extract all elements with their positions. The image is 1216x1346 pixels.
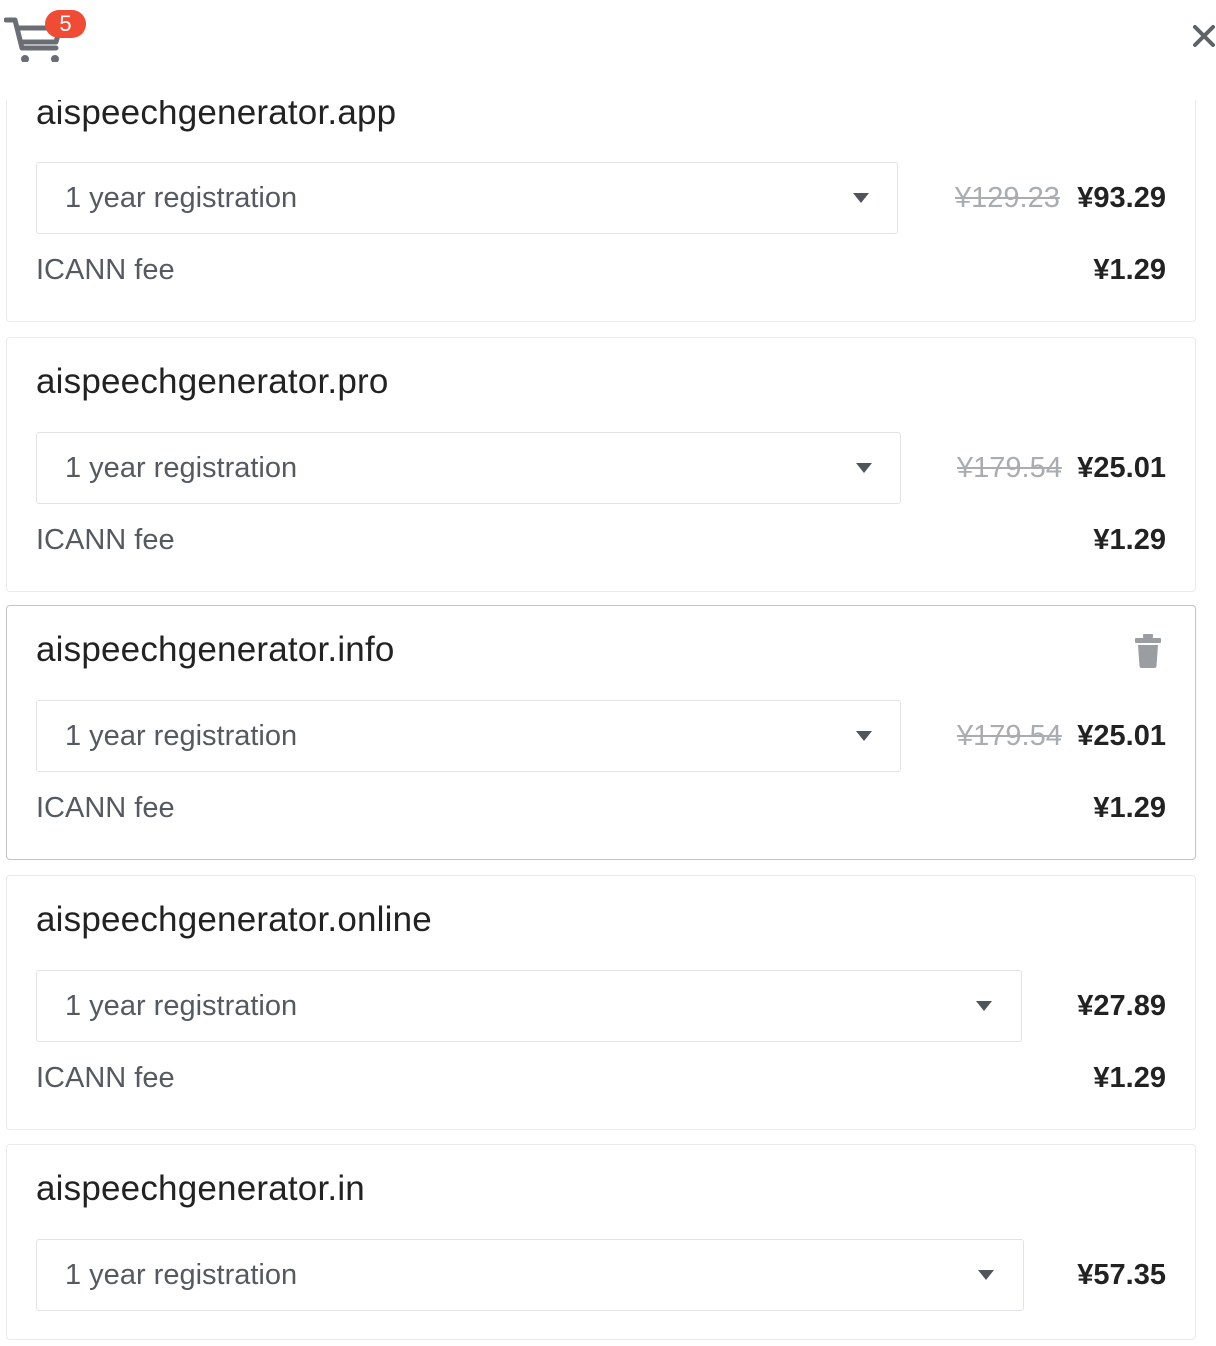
icann-fee-price: ¥1.29: [1093, 254, 1166, 286]
cart-button[interactable]: 5: [4, 8, 86, 64]
icann-fee-label: ICANN fee: [36, 254, 175, 286]
cart-item-list[interactable]: aispeechgenerator.app 1 year registratio…: [0, 0, 1216, 1346]
cart-count-badge: 5: [45, 10, 86, 38]
original-price: ¥179.54: [957, 720, 1062, 752]
original-price: ¥129.23: [955, 182, 1060, 214]
domain-name: aispeechgenerator.info: [36, 630, 395, 669]
term-select[interactable]: 1 year registration: [36, 700, 901, 772]
cart-item: aispeechgenerator.online 1 year registra…: [6, 875, 1196, 1130]
cart-header: 5: [0, 0, 1216, 100]
term-select-value: 1 year registration: [65, 720, 298, 752]
domain-name: aispeechgenerator.pro: [36, 362, 389, 401]
domain-name: aispeechgenerator.in: [36, 1169, 365, 1208]
cart-item: aispeechgenerator.info 1 year registrati…: [6, 605, 1196, 860]
chevron-down-icon: [976, 1001, 992, 1011]
sale-price: ¥25.01: [1077, 452, 1166, 484]
icann-fee-label: ICANN fee: [36, 1062, 175, 1094]
term-select-value: 1 year registration: [65, 990, 298, 1022]
term-select[interactable]: 1 year registration: [36, 970, 1022, 1042]
icann-fee-price: ¥1.29: [1093, 524, 1166, 556]
term-select-value: 1 year registration: [65, 1259, 298, 1291]
cart-item: aispeechgenerator.in 1 year registration…: [6, 1144, 1196, 1340]
chevron-down-icon: [853, 193, 869, 203]
icann-fee-label: ICANN fee: [36, 792, 175, 824]
term-select-value: 1 year registration: [65, 182, 298, 214]
chevron-down-icon: [856, 731, 872, 741]
sale-price: ¥25.01: [1077, 720, 1166, 752]
close-icon: [1193, 25, 1215, 47]
original-price: ¥179.54: [957, 452, 1062, 484]
term-select[interactable]: 1 year registration: [36, 432, 901, 504]
trash-icon[interactable]: [1135, 634, 1161, 668]
icann-fee-label: ICANN fee: [36, 524, 175, 556]
chevron-down-icon: [978, 1270, 994, 1280]
icann-fee-price: ¥1.29: [1093, 792, 1166, 824]
cart-item: aispeechgenerator.pro 1 year registratio…: [6, 337, 1196, 592]
close-button[interactable]: [1186, 18, 1216, 54]
sale-price: ¥57.35: [1077, 1259, 1166, 1291]
sale-price: ¥27.89: [1077, 990, 1166, 1022]
icann-fee-price: ¥1.29: [1093, 1062, 1166, 1094]
domain-name: aispeechgenerator.online: [36, 900, 432, 939]
term-select[interactable]: 1 year registration: [36, 162, 898, 234]
term-select[interactable]: 1 year registration: [36, 1239, 1024, 1311]
chevron-down-icon: [856, 463, 872, 473]
term-select-value: 1 year registration: [65, 452, 298, 484]
sale-price: ¥93.29: [1077, 182, 1166, 214]
